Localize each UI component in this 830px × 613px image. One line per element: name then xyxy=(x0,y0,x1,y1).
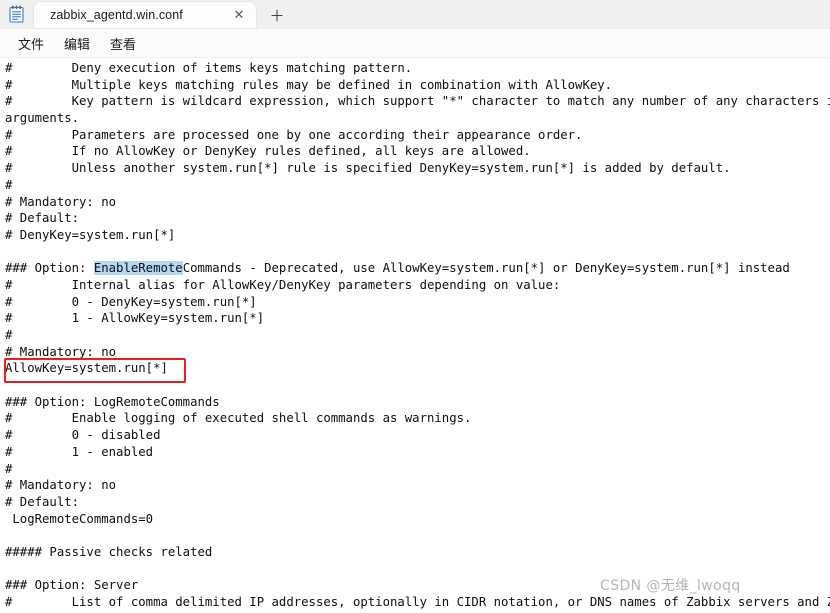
code-line: arguments. xyxy=(5,111,80,126)
code-line: # Unless another system.run[*] rule is s… xyxy=(5,161,731,176)
code-line: ### Option: Server xyxy=(5,578,139,593)
code-line: # 0 - DenyKey=system.run[*] xyxy=(5,294,257,309)
code-line: # Mandatory: no xyxy=(5,194,117,209)
annotated-code-line: AllowKey=system.run[*] xyxy=(5,361,168,376)
code-line: # 1 - AllowKey=system.run[*] xyxy=(5,311,265,326)
code-line: # Multiple keys matching rules may be de… xyxy=(5,77,613,92)
file-content[interactable]: # Deny execution of items keys matching … xyxy=(0,60,830,613)
new-tab-icon[interactable]: ＋ xyxy=(260,2,294,28)
menu-item-view[interactable]: 查看 xyxy=(100,31,146,56)
close-icon[interactable]: ✕ xyxy=(228,5,250,25)
code-line: # Internal alias for AllowKey/DenyKey pa… xyxy=(5,277,561,292)
tab-title: zabbix_agentd.win.conf xyxy=(50,8,183,22)
code-line: # Deny execution of items keys matching … xyxy=(5,61,413,75)
code-line: # 1 - enabled xyxy=(5,444,154,459)
code-line: # Mandatory: no xyxy=(5,478,117,493)
menu-item-edit[interactable]: 编辑 xyxy=(54,31,100,56)
tab-strip-empty-area xyxy=(294,0,830,28)
code-line: ### Option: EnableRemoteCommands - Depre… xyxy=(5,261,790,276)
code-line: # List of comma delimited IP addresses, … xyxy=(5,595,830,609)
notepad-icon xyxy=(4,0,28,28)
code-line: # Default: xyxy=(5,211,80,226)
code-line: # DenyKey=system.run[*] xyxy=(5,227,176,242)
code-line: # If no AllowKey or DenyKey rules define… xyxy=(5,144,531,159)
code-line: ##### Passive checks related xyxy=(5,544,213,559)
code-line: # xyxy=(5,461,13,476)
code-line: # Key pattern is wildcard expression, wh… xyxy=(5,94,830,109)
code-line: # Mandatory: no xyxy=(5,344,117,359)
tab-zabbix-agentd-win-conf[interactable]: zabbix_agentd.win.conf ✕ xyxy=(34,2,256,28)
text-editor-area[interactable]: # Deny execution of items keys matching … xyxy=(0,58,830,613)
menu-item-file[interactable]: 文件 xyxy=(8,31,54,56)
code-line: ### Option: LogRemoteCommands xyxy=(5,394,220,409)
code-line: # xyxy=(5,328,13,342)
menu-bar: 文件 编辑 查看 xyxy=(0,29,830,58)
tab-strip: zabbix_agentd.win.conf ✕ ＋ xyxy=(0,0,830,29)
notepad-window: zabbix_agentd.win.conf ✕ ＋ 文件 编辑 查看 # De… xyxy=(0,0,830,613)
code-line: # Default: xyxy=(5,494,80,509)
code-line: # Parameters are processed one by one ac… xyxy=(5,127,583,142)
code-line: # Enable logging of executed shell comma… xyxy=(5,411,472,426)
text-selection: EnableRemote xyxy=(93,261,183,276)
code-line: LogRemoteCommands=0 xyxy=(5,511,154,526)
code-line: # 0 - disabled xyxy=(5,428,161,443)
code-line: # xyxy=(5,177,13,192)
